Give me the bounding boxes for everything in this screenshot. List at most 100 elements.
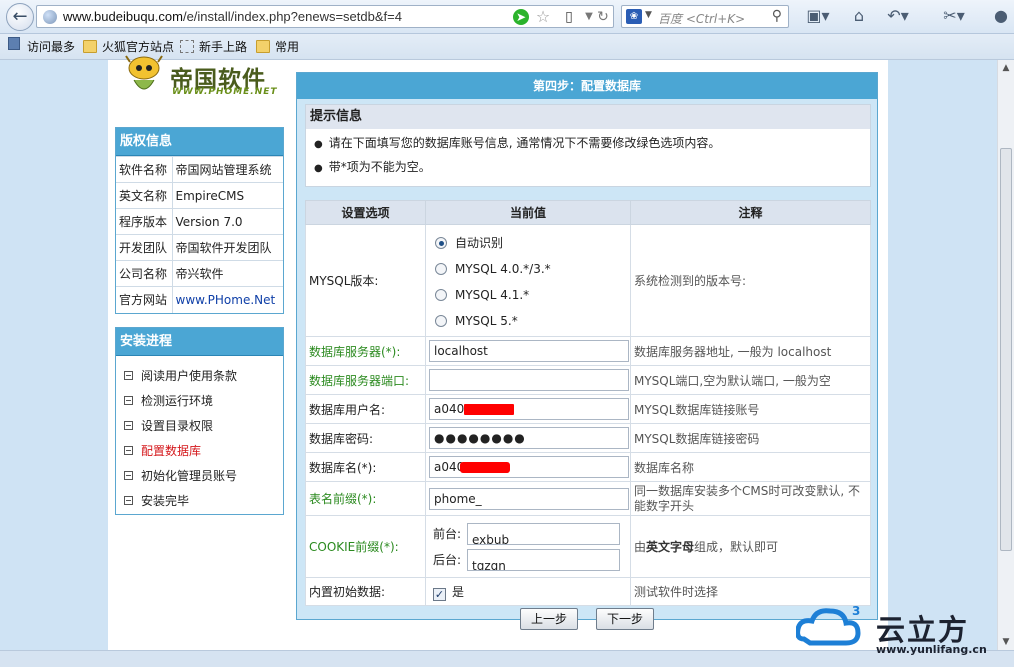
db-port-note: MYSQL端口,空为默认端口, 一般为空 (630, 365, 871, 395)
minus-box-icon (124, 496, 133, 505)
go-icon[interactable]: ➤ (513, 9, 529, 25)
redaction-mark (460, 462, 510, 473)
info-key: 官方网站 (116, 286, 173, 313)
tip-title: 提示信息 (306, 105, 870, 129)
table-row: 数据库名(*): a040 数据库名称 (305, 452, 871, 482)
radio-option[interactable]: MYSQL 4.1.* (429, 282, 630, 308)
install-progress-box: 安装进程 阅读用户使用条款 检测运行环境 设置目录权限 配置数据库 初始化管理员… (115, 327, 284, 515)
page-viewport: 帝国软件 WWW.PHOME.NET 版权信息 软件名称 帝国网站管理系统 英文名… (0, 55, 1014, 667)
minus-box-icon (124, 471, 133, 480)
next-step-button[interactable]: 下一步 (596, 608, 655, 630)
bookmark-most-visited[interactable]: 访问最多 (27, 39, 75, 55)
table-row: 数据库服务器端口: MYSQL端口,空为默认端口, 一般为空 (305, 365, 871, 395)
cookie-front-row: 前台: exbub (429, 521, 630, 547)
page-title: 第四步：配置数据库 (297, 73, 877, 99)
db-user-cell: a040 (425, 394, 631, 424)
paw-icon[interactable]: ❀ (626, 9, 642, 24)
column-header: 注释 (630, 200, 871, 225)
db-password-input[interactable]: ●●●●●●●● (429, 427, 629, 449)
radio-button[interactable] (435, 315, 447, 327)
bookmark-common[interactable]: 常用 (256, 39, 299, 55)
copyright-info-title: 版权信息 (116, 128, 283, 156)
redaction-mark (464, 404, 514, 415)
list-item-active: 配置数据库 (124, 439, 283, 464)
prev-step-button[interactable]: 上一步 (520, 608, 579, 630)
db-host-cell: localhost (425, 336, 631, 366)
list-item: 阅读用户使用条款 (124, 364, 283, 389)
back-arrow-icon[interactable]: ← (6, 3, 34, 31)
table-row: MYSQL版本: 自动识别 MYSQL 4.0.*/3.* MYSQL 4.1.… (305, 224, 871, 337)
cloud-logo-icon: 3 (796, 605, 861, 646)
table-row: 软件名称 帝国网站管理系统 (116, 156, 283, 183)
radio-option[interactable]: MYSQL 4.0.*/3.* (429, 256, 630, 282)
search-icon[interactable]: ⚲ (772, 8, 782, 24)
table-prefix-input[interactable]: phome_ (429, 487, 629, 510)
logo-site-text: WWW.PHOME.NET (172, 87, 278, 97)
scrollbar-thumb[interactable] (1000, 148, 1012, 551)
bookmark-getting-started[interactable]: 新手上路 (180, 39, 247, 55)
official-site-link[interactable]: www.PHome.Net (176, 293, 276, 307)
db-port-label: 数据库服务器端口: (305, 365, 426, 395)
refresh-icon[interactable]: ↻ (595, 9, 611, 25)
empirecms-logo: 帝国软件 WWW.PHOME.NET (120, 55, 280, 110)
scroll-up-arrow-icon[interactable]: ▲ (998, 60, 1014, 76)
table-row: COOKIE前缀(*): 前台: exbub 后台: tgzqn 由英文字母组成，默… (305, 515, 871, 578)
db-user-input[interactable]: a040 (429, 398, 629, 420)
radio-option[interactable]: 自动识别 (429, 230, 630, 256)
chevron-down-icon[interactable]: ▼ (645, 10, 652, 20)
mobile-icon[interactable]: ▯ (561, 9, 577, 25)
cookie-back-label: 后台: (433, 552, 462, 567)
radio-option[interactable]: MYSQL 5.* (429, 308, 630, 334)
undo-icon[interactable]: ↶▾ (884, 6, 912, 26)
search-box[interactable]: ❀ ▼ 百度 <Ctrl+K> ⚲ (621, 5, 789, 28)
cookie-front-input[interactable]: exbub (467, 523, 620, 545)
builtin-data-label: 内置初始数据: (305, 577, 426, 606)
cookie-prefix-note: 由英文字母组成，默认即可 (630, 515, 871, 578)
install-page: 帝国软件 WWW.PHOME.NET 版权信息 软件名称 帝国网站管理系统 英文名… (108, 55, 888, 650)
site-identity-icon[interactable] (43, 10, 57, 24)
address-bar[interactable]: www.budeibuqu.com/e/install/index.php?en… (36, 5, 614, 28)
builtin-data-checkbox[interactable]: ✓ (433, 587, 446, 601)
table-prefix-cell: phome_ (425, 481, 631, 516)
table-row: 官方网站 www.PHome.Net (116, 286, 283, 313)
info-key: 英文名称 (116, 182, 173, 209)
search-placeholder[interactable]: 百度 <Ctrl+K> (658, 10, 745, 27)
db-host-label: 数据库服务器(*): (305, 336, 426, 366)
bookmarks-toolbar-icon[interactable] (6, 37, 22, 57)
info-key: 公司名称 (116, 260, 173, 287)
builtin-data-cell: ✓ 是 (425, 577, 631, 606)
list-item: 初始化管理员账号 (124, 464, 283, 489)
home-icon[interactable]: ⌂ (848, 6, 870, 26)
watermark-sup: 3 (852, 605, 860, 618)
chat-icon[interactable]: ● (990, 6, 1012, 26)
mysql-version-note: 系统检测到的版本号: (630, 224, 871, 337)
column-header: 设置选项 (305, 200, 426, 225)
info-key: 开发团队 (116, 234, 173, 261)
table-row: 数据库密码: ●●●●●●●● MYSQL数据库链接密码 (305, 423, 871, 453)
bookmark-firefox-site[interactable]: 火狐官方站点 (83, 39, 174, 55)
info-value: 帝兴软件 (172, 260, 283, 287)
builtin-data-check-label: 是 (452, 584, 465, 599)
db-port-input[interactable] (429, 369, 629, 391)
bookmark-star-icon[interactable]: ☆ (535, 9, 551, 25)
mysql-version-options: 自动识别 MYSQL 4.0.*/3.* MYSQL 4.1.* MYSQL 5… (425, 224, 631, 337)
radio-button[interactable] (435, 289, 447, 301)
crop-icon[interactable]: ✂▾ (940, 6, 968, 26)
radio-button[interactable] (435, 263, 447, 275)
browser-toolbar: ← www.budeibuqu.com/e/install/index.php?… (0, 0, 1014, 34)
list-item: 设置目录权限 (124, 414, 283, 439)
db-password-note: MYSQL数据库链接密码 (630, 423, 871, 453)
minus-box-icon (124, 446, 133, 455)
db-password-cell: ●●●●●●●● (425, 423, 631, 453)
tip-box: 提示信息 请在下面填写您的数据库账号信息, 通常情况下不需要修改绿色选项内容。 … (305, 104, 871, 187)
radio-button-selected[interactable] (435, 237, 447, 249)
bookmarks-menu-icon[interactable]: ▣▾ (804, 6, 832, 26)
cookie-back-input[interactable]: tgzqn (467, 549, 620, 571)
db-name-label: 数据库名(*): (305, 452, 426, 482)
minus-box-icon (124, 396, 133, 405)
vertical-scrollbar[interactable]: ▲ ▼ (997, 60, 1014, 650)
url-text[interactable]: www.budeibuqu.com/e/install/index.php?en… (63, 9, 402, 24)
db-name-input[interactable]: a040 (429, 456, 629, 478)
db-host-input[interactable]: localhost (429, 340, 629, 362)
table-row: 程序版本 Version 7.0 (116, 208, 283, 235)
